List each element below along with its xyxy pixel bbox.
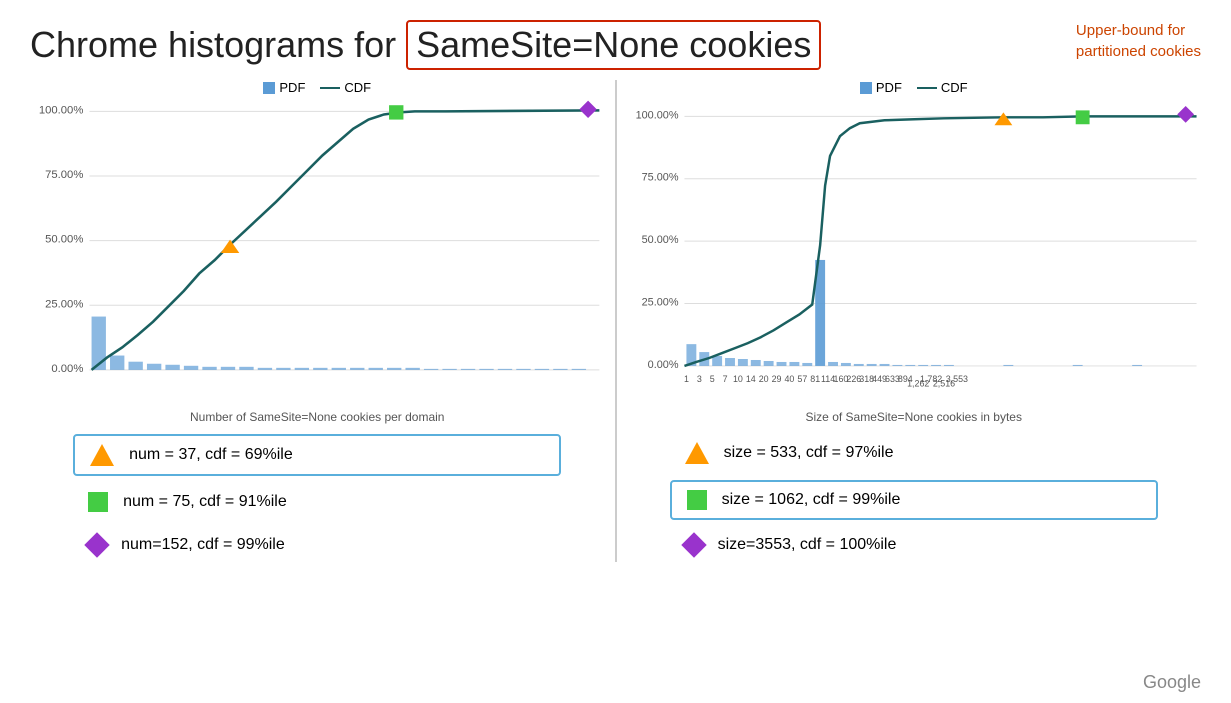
svg-text:100.00%: 100.00% xyxy=(635,109,678,121)
svg-text:50.00%: 50.00% xyxy=(45,234,83,246)
left-chart: 100.00% 75.00% 50.00% 25.00% 0.00% xyxy=(30,100,605,410)
svg-text:1: 1 xyxy=(683,374,688,384)
right-data-row-1: size = 533, cdf = 97%ile xyxy=(670,434,1158,472)
svg-text:3,553: 3,553 xyxy=(945,374,967,384)
svg-text:57: 57 xyxy=(797,374,807,384)
left-data-row-2: num = 75, cdf = 91%ile xyxy=(73,484,561,520)
svg-text:7: 7 xyxy=(722,374,727,384)
title-highlight: SameSite=None cookies xyxy=(406,20,821,70)
right-chart-svg: 100.00% 75.00% 50.00% 25.00% 0.00% xyxy=(627,100,1202,410)
svg-text:50.00%: 50.00% xyxy=(641,234,678,246)
svg-text:81: 81 xyxy=(810,374,820,384)
left-legend-pdf: PDF xyxy=(263,80,305,95)
svg-text:25.00%: 25.00% xyxy=(45,298,83,310)
right-chart: 100.00% 75.00% 50.00% 25.00% 0.00% xyxy=(627,100,1202,410)
svg-text:0.00%: 0.00% xyxy=(51,363,83,375)
pdf-icon-r xyxy=(860,82,872,94)
left-chart-section: PDF CDF 100.00% 75.00% 50.00% 25.00% 0.0… xyxy=(30,80,605,562)
svg-text:75.00%: 75.00% xyxy=(641,172,678,184)
right-data-boxes: size = 533, cdf = 97%ile size = 1062, cd… xyxy=(670,434,1158,562)
title-prefix: Chrome histograms for xyxy=(30,24,396,66)
diamond-purple-icon-2 xyxy=(681,532,706,557)
cdf-line-icon-r xyxy=(917,87,937,89)
svg-text:75.00%: 75.00% xyxy=(45,169,83,181)
left-data-boxes: num = 37, cdf = 69%ile num = 75, cdf = 9… xyxy=(73,434,561,562)
chart-divider xyxy=(615,80,617,562)
svg-text:10: 10 xyxy=(732,374,742,384)
right-legend: PDF CDF xyxy=(860,80,968,95)
svg-text:29: 29 xyxy=(771,374,781,384)
svg-text:5: 5 xyxy=(709,374,714,384)
svg-text:3: 3 xyxy=(696,374,701,384)
right-legend-pdf: PDF xyxy=(860,80,902,95)
svg-text:20: 20 xyxy=(758,374,768,384)
left-legend: PDF CDF xyxy=(263,80,371,95)
svg-text:25.00%: 25.00% xyxy=(641,297,678,309)
right-chart-subtitle: Size of SameSite=None cookies in bytes xyxy=(806,410,1022,424)
main-title: Chrome histograms for SameSite=None cook… xyxy=(30,20,1201,70)
left-legend-cdf: CDF xyxy=(320,80,371,95)
right-chart-section: PDF CDF 100.00% 75.00% 50.00% 25.00% 0.0… xyxy=(627,80,1202,562)
right-data-row-3: size=3553, cdf = 100%ile xyxy=(670,528,1158,562)
right-legend-cdf: CDF xyxy=(917,80,968,95)
cdf-line-icon xyxy=(320,87,340,89)
google-logo: Google xyxy=(1143,672,1201,693)
charts-row: PDF CDF 100.00% 75.00% 50.00% 25.00% 0.0… xyxy=(30,80,1201,562)
left-data-row-1: num = 37, cdf = 69%ile xyxy=(73,434,561,476)
svg-text:14: 14 xyxy=(745,374,755,384)
square-green-icon-2 xyxy=(687,490,707,510)
square-green-icon-1 xyxy=(88,492,108,512)
pdf-icon xyxy=(263,82,275,94)
triangle-orange-icon-1 xyxy=(90,444,114,466)
diamond-purple-icon-1 xyxy=(84,532,109,557)
upper-bound-note: Upper-bound for partitioned cookies xyxy=(1076,20,1201,62)
left-chart-svg: 100.00% 75.00% 50.00% 25.00% 0.00% xyxy=(30,100,605,410)
left-data-row-3: num=152, cdf = 99%ile xyxy=(73,528,561,562)
triangle-orange-icon-2 xyxy=(685,442,709,464)
right-data-row-2: size = 1062, cdf = 99%ile xyxy=(670,480,1158,520)
svg-text:0.00%: 0.00% xyxy=(647,359,678,371)
svg-text:40: 40 xyxy=(784,374,794,384)
page: Chrome histograms for SameSite=None cook… xyxy=(0,0,1231,703)
left-chart-subtitle: Number of SameSite=None cookies per doma… xyxy=(190,410,444,424)
svg-text:100.00%: 100.00% xyxy=(39,104,83,116)
